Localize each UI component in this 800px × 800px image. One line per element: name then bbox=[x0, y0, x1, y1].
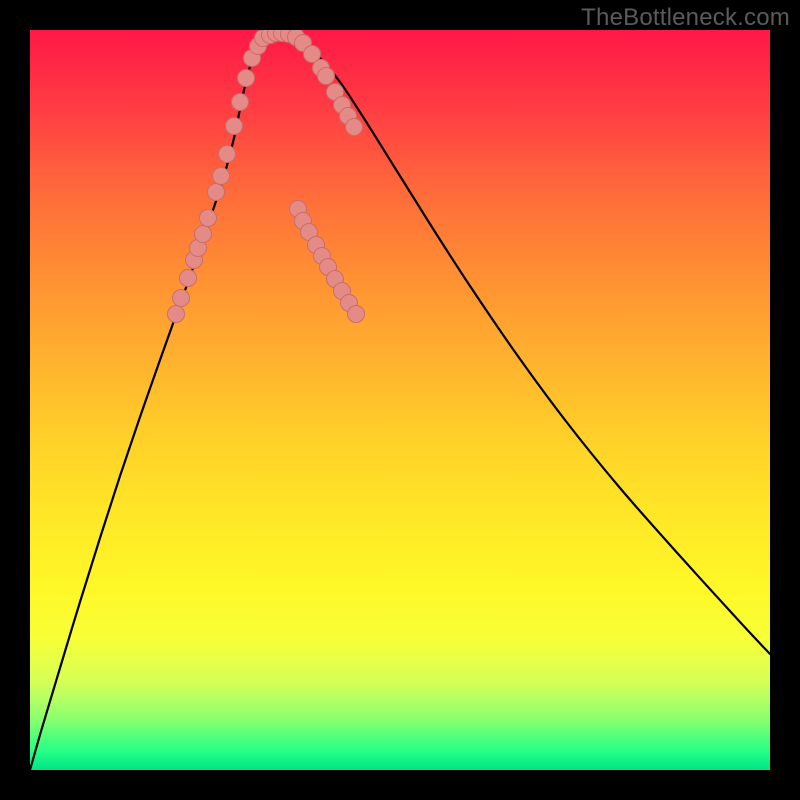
data-dot bbox=[348, 306, 365, 323]
data-dot bbox=[318, 68, 335, 85]
data-dot bbox=[200, 210, 217, 227]
data-dot bbox=[195, 226, 212, 243]
data-dot bbox=[173, 290, 190, 307]
data-dot bbox=[346, 119, 363, 136]
chart-frame: TheBottleneck.com bbox=[0, 0, 800, 800]
plot-area bbox=[30, 30, 770, 770]
data-dot bbox=[226, 118, 243, 135]
data-dot bbox=[238, 70, 255, 87]
watermark-label: TheBottleneck.com bbox=[581, 4, 790, 32]
data-dot bbox=[219, 146, 236, 163]
data-dot bbox=[232, 94, 249, 111]
data-dot bbox=[213, 168, 230, 185]
curve-svg bbox=[30, 30, 770, 770]
data-dot bbox=[208, 184, 225, 201]
data-dot bbox=[180, 270, 197, 287]
data-dot bbox=[168, 306, 185, 323]
bottleneck-curve bbox=[30, 33, 770, 770]
